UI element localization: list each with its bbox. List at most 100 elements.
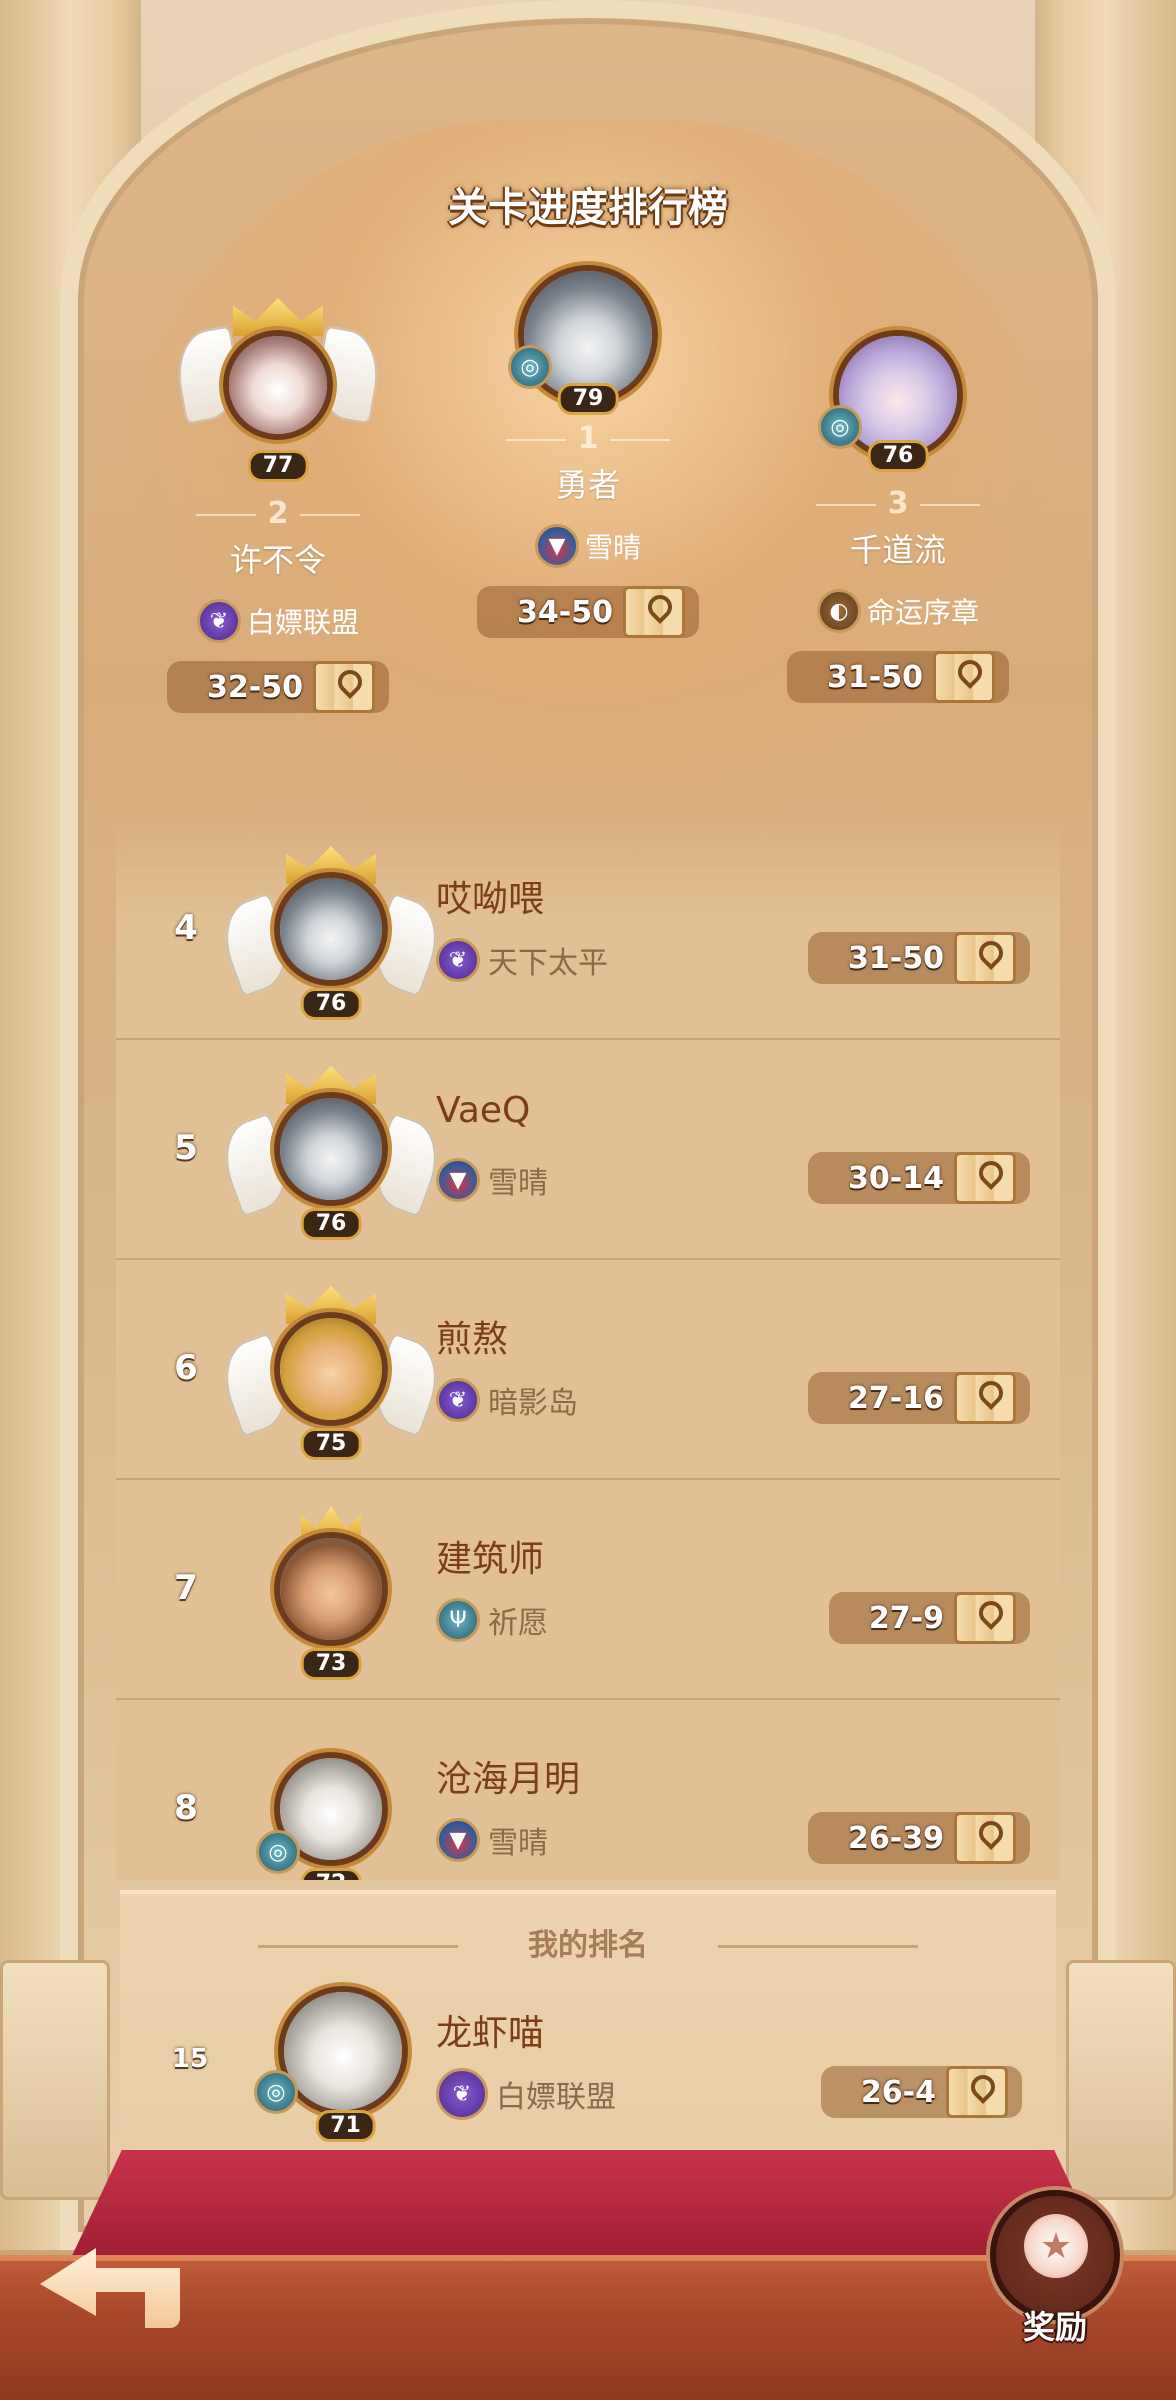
level-badge: 79	[557, 383, 619, 415]
guild-row: ❦ 白嫖联盟	[436, 2068, 616, 2120]
progress-pill: 31-50	[808, 932, 1030, 984]
back-button[interactable]	[30, 2228, 180, 2338]
laurel-badge-icon: ❦	[196, 599, 241, 643]
guild-row: Ψ 祈愿	[436, 1598, 548, 1642]
list-item[interactable]: 4 76 哎呦喂 ❦ 天下太平 31-50	[116, 820, 1060, 1040]
player-name: 许不令	[229, 541, 326, 579]
pillar-left	[0, 1960, 110, 2200]
player-name: 煎熬	[436, 1319, 509, 1360]
guild-row: ▼ 雪晴	[438, 524, 738, 568]
page-title: 关卡进度排行榜	[448, 185, 728, 231]
podium-rank-1[interactable]: ◎ 79 1 勇者 ▼ 雪晴 34-50	[438, 255, 738, 638]
guild-row: ❦ 天下太平	[436, 938, 608, 982]
progress-value: 27-16	[848, 1380, 944, 1416]
level-badge: 76	[300, 988, 362, 1020]
list-item[interactable]: 6 75 煎熬 ❦ 暗影岛 27-16	[116, 1260, 1060, 1480]
guild-row: ❦ 白嫖联盟	[128, 599, 428, 643]
map-icon	[946, 2066, 1008, 2118]
guild-row: ◐ 命运序章	[748, 589, 1048, 633]
progress-pill: 30-14	[808, 1152, 1030, 1204]
map-icon	[954, 1592, 1016, 1644]
reward-button[interactable]: ★ 奖励	[970, 2190, 1140, 2370]
rank-number: 1	[438, 421, 738, 456]
avatar-frame: 73	[226, 1500, 436, 1680]
guild-name: 白嫖联盟	[496, 2080, 616, 2115]
progress-pill: 27-16	[808, 1372, 1030, 1424]
level-badge: 72	[300, 1868, 362, 1880]
map-icon	[954, 1152, 1016, 1204]
reward-label: 奖励	[1022, 2308, 1087, 2346]
podium-rank-2[interactable]: 77 2 许不令 ❦ 白嫖联盟 32-50	[128, 290, 428, 713]
guild-name: 雪晴	[584, 531, 641, 564]
progress-value: 26-4	[860, 2074, 936, 2110]
avatar	[274, 1532, 388, 1646]
avatar-frame: ◎ 71	[230, 1972, 440, 2142]
target-badge-icon: ◎	[256, 1830, 300, 1874]
guild-name: 天下太平	[488, 946, 608, 981]
rank-number: 3	[748, 486, 1048, 521]
guild-row: ▼ 雪晴	[436, 1818, 548, 1862]
map-icon	[622, 586, 685, 638]
progress-value: 27-9	[868, 1600, 944, 1636]
podium-rank-3[interactable]: ◎ 76 3 千道流 ◐ 命运序章 31-50	[748, 320, 1048, 703]
guild-name: 白嫖联盟	[246, 606, 359, 639]
guild-row: ❦ 暗影岛	[436, 1378, 578, 1422]
progress-pill: 26-39	[808, 1812, 1030, 1864]
guild-name: 雪晴	[488, 1826, 548, 1861]
rank-number: 2	[128, 496, 428, 531]
level-badge: 73	[300, 1648, 362, 1680]
level-badge: 76	[300, 1208, 362, 1240]
target-badge-icon: ◎	[254, 2070, 298, 2114]
progress-value: 31-50	[827, 659, 923, 695]
map-icon	[954, 932, 1016, 984]
progress-pill: 34-50	[477, 586, 699, 638]
target-badge-icon: ◎	[508, 345, 552, 389]
ranking-list[interactable]: 4 76 哎呦喂 ❦ 天下太平 31-50 5 76 VaeQ ▼ 雪晴 30-…	[116, 820, 1060, 1880]
rank-number: 8	[174, 1788, 198, 1828]
map-icon	[312, 661, 375, 713]
avatar	[274, 872, 388, 986]
guild-row: ▼ 雪晴	[436, 1158, 548, 1202]
level-badge: 77	[247, 450, 309, 482]
player-name: 沧海月明	[436, 1759, 581, 1800]
list-item[interactable]: 7 73 建筑师 Ψ 祈愿 27-9	[116, 1480, 1060, 1700]
progress-pill: 27-9	[828, 1592, 1030, 1644]
trident-badge-icon: Ψ	[436, 1598, 480, 1642]
avatar-frame: 76	[212, 840, 450, 1020]
level-badge: 75	[300, 1428, 362, 1460]
progress-pill: 26-4	[820, 2066, 1022, 2118]
rank-number: 15	[171, 2044, 209, 2074]
progress-value: 31-50	[848, 940, 944, 976]
guild-name: 命运序章	[866, 596, 979, 629]
laurel-badge-icon: ❦	[436, 2068, 488, 2120]
progress-value: 32-50	[207, 669, 303, 705]
rank-number: 4	[174, 908, 198, 948]
progress-value: 26-39	[848, 1820, 944, 1856]
list-item[interactable]: 8 ◎ 72 沧海月明 ▼ 雪晴 26-39	[116, 1700, 1060, 1880]
wolf-badge-icon: ◐	[816, 589, 861, 633]
player-name: 龙虾喵	[436, 2013, 545, 2054]
guild-name: 暗影岛	[488, 1386, 578, 1421]
player-name: VaeQ	[436, 1090, 531, 1131]
level-badge: 76	[867, 440, 929, 472]
rank-number: 7	[174, 1568, 198, 1608]
target-badge-icon: ◎	[818, 405, 862, 449]
map-icon	[954, 1372, 1016, 1424]
level-badge: 71	[315, 2110, 376, 2142]
shield-badge-icon: ▼	[436, 1818, 480, 1862]
map-icon	[954, 1812, 1016, 1864]
guild-name: 祈愿	[488, 1606, 548, 1641]
medal-icon: ★	[990, 2190, 1120, 2320]
laurel-badge-icon: ❦	[436, 1378, 480, 1422]
back-arrow-icon	[40, 2248, 180, 2328]
progress-value: 30-14	[848, 1160, 944, 1196]
rank-number: 6	[174, 1348, 198, 1388]
list-item[interactable]: 5 76 VaeQ ▼ 雪晴 30-14	[116, 1040, 1060, 1260]
red-carpet	[70, 2150, 1106, 2260]
my-rank-panel[interactable]: 我的排名 15 ◎ 71 龙虾喵 ❦ 白嫖联盟 26-4	[120, 1890, 1056, 2150]
avatar-frame: 76	[212, 1060, 450, 1240]
laurel-badge-icon: ❦	[436, 938, 480, 982]
avatar	[274, 1092, 388, 1206]
pillar-right	[1066, 1960, 1176, 2200]
avatar-frame: 75	[212, 1280, 450, 1460]
